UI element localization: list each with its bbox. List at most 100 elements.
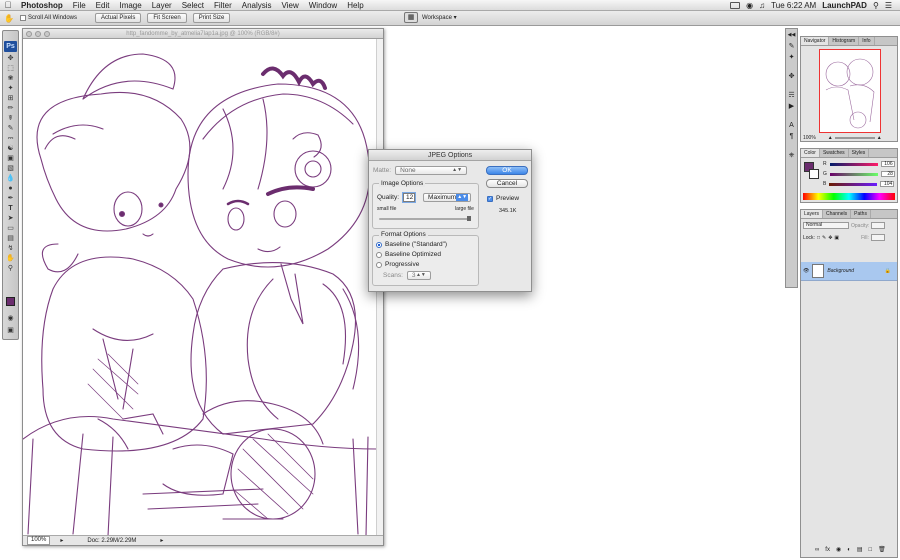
- r-slider[interactable]: [829, 162, 878, 166]
- zoom-tool-icon[interactable]: ⚲: [4, 264, 17, 273]
- print-size-button[interactable]: Print Size: [192, 13, 231, 23]
- eyedropper2-tool-icon[interactable]: ↯: [4, 244, 17, 253]
- layer-style-icon[interactable]: fx: [825, 547, 830, 553]
- tab-layers[interactable]: Layers: [801, 210, 824, 218]
- collapse-arrows-icon[interactable]: ◀◀: [786, 31, 797, 40]
- brush-tool-icon[interactable]: ✎: [4, 124, 17, 133]
- path-selection-tool-icon[interactable]: ➤: [4, 214, 17, 223]
- pen-tool-icon[interactable]: ✒: [4, 194, 17, 203]
- format-baseline-standard[interactable]: Baseline ("Standard"): [376, 241, 447, 248]
- menu-image[interactable]: Image: [114, 0, 146, 11]
- status-menu-icon[interactable]: ▸: [60, 537, 63, 544]
- status-arrow-icon[interactable]: ▸: [160, 537, 163, 544]
- b-value[interactable]: 104: [880, 181, 895, 187]
- menu-layer[interactable]: Layer: [147, 0, 177, 11]
- gradient-tool-icon[interactable]: ▧: [4, 164, 17, 173]
- zoom-in-icon[interactable]: ▲: [877, 135, 882, 141]
- tab-paths[interactable]: Paths: [851, 210, 871, 218]
- menu-window[interactable]: Window: [304, 0, 342, 11]
- quality-input[interactable]: 12: [403, 193, 416, 202]
- character-icon[interactable]: A: [786, 121, 797, 130]
- tab-swatches[interactable]: Swatches: [820, 149, 849, 157]
- marquee-tool-icon[interactable]: ⬚: [4, 64, 17, 73]
- lock-pixels-icon[interactable]: ✎: [822, 235, 826, 241]
- move-tool-icon[interactable]: ✥: [4, 54, 17, 63]
- apple-menu-icon[interactable]: : [0, 0, 16, 10]
- g-value[interactable]: 28: [880, 171, 895, 177]
- healing-tool-icon[interactable]: ☤: [4, 114, 17, 123]
- blur-tool-icon[interactable]: 💧: [4, 174, 17, 183]
- hand-tool-box-icon[interactable]: ✋: [4, 254, 17, 263]
- preview-checkbox[interactable]: ✓ Preview: [487, 195, 519, 202]
- menu-help[interactable]: Help: [342, 0, 368, 11]
- zoom-window-icon[interactable]: [44, 31, 50, 37]
- scroll-all-windows-checkbox[interactable]: Scroll All Windows: [19, 15, 77, 21]
- menu-edit[interactable]: Edit: [91, 0, 115, 11]
- dodge-tool-icon[interactable]: ●: [4, 184, 17, 193]
- wifi-icon[interactable]: ◉: [746, 1, 753, 10]
- history-brush-tool-icon[interactable]: ☯: [4, 144, 17, 153]
- hand-tool-icon[interactable]: ✋: [4, 14, 14, 23]
- stamp-tool-icon[interactable]: ⎓: [4, 134, 17, 143]
- adjustment-layer-icon[interactable]: ◐: [847, 547, 851, 553]
- layer-comps-icon[interactable]: ✥: [786, 72, 797, 81]
- menu-select[interactable]: Select: [177, 0, 209, 11]
- quality-slider-handle[interactable]: [467, 216, 471, 221]
- tool-presets-icon[interactable]: ✦: [786, 53, 797, 62]
- b-slider[interactable]: [829, 182, 878, 186]
- lasso-tool-icon[interactable]: ❀: [4, 74, 17, 83]
- screen-mode-icon[interactable]: ▣: [4, 326, 17, 335]
- eraser-tool-icon[interactable]: ▣: [4, 154, 17, 163]
- layer-name[interactable]: Background: [827, 268, 854, 274]
- magic-wand-tool-icon[interactable]: ✦: [4, 84, 17, 93]
- r-value[interactable]: 106: [880, 161, 895, 167]
- shape-tool-icon[interactable]: ▭: [4, 224, 17, 233]
- tab-color[interactable]: Color: [801, 149, 820, 157]
- quality-slider[interactable]: [379, 216, 471, 221]
- ok-button[interactable]: OK: [486, 166, 528, 175]
- tab-channels[interactable]: Channels: [823, 210, 852, 218]
- format-progressive[interactable]: Progressive: [376, 261, 419, 268]
- minimize-window-icon[interactable]: [35, 31, 41, 37]
- workspace-menu[interactable]: Workspace ▾: [422, 14, 457, 21]
- layer-row-background[interactable]: 👁 Background 🔒: [801, 262, 897, 281]
- blend-mode-select[interactable]: Normal: [803, 222, 849, 229]
- quick-mask-icon[interactable]: ◉: [4, 314, 17, 323]
- zoom-level-field[interactable]: 100%: [27, 536, 51, 545]
- fit-screen-button[interactable]: Fit Screen: [147, 13, 187, 23]
- brushes-icon[interactable]: ✎: [786, 42, 797, 51]
- navigator-zoom-slider[interactable]: [834, 137, 875, 139]
- menu-view[interactable]: View: [277, 0, 304, 11]
- user-name[interactable]: LaunchPAD: [822, 1, 867, 10]
- delete-layer-icon[interactable]: 🗑: [878, 546, 886, 553]
- foreground-color-swatch[interactable]: [6, 297, 15, 306]
- menu-filter[interactable]: Filter: [209, 0, 237, 11]
- ps-logo[interactable]: Ps: [4, 41, 17, 52]
- new-layer-icon[interactable]: □: [869, 547, 873, 553]
- notification-icon[interactable]: ☰: [885, 1, 892, 10]
- layer-mask-icon[interactable]: ◉: [836, 546, 841, 553]
- paragraph-icon[interactable]: ¶: [786, 132, 797, 141]
- display-icon[interactable]: [730, 1, 741, 9]
- new-group-icon[interactable]: ▤: [857, 546, 863, 553]
- color-spectrum[interactable]: [803, 193, 895, 200]
- tab-navigator[interactable]: Navigator: [801, 37, 830, 45]
- menu-analysis[interactable]: Analysis: [237, 0, 277, 11]
- tab-info[interactable]: Info: [859, 37, 875, 45]
- notes-tool-icon[interactable]: ▤: [4, 234, 17, 243]
- lock-all-icon[interactable]: ▣: [834, 235, 839, 241]
- navigator-zoom-value[interactable]: 100%: [803, 135, 816, 141]
- close-window-icon[interactable]: [26, 31, 32, 37]
- actual-pixels-button[interactable]: Actual Pixels: [94, 13, 142, 23]
- eyedropper-tool-icon[interactable]: ✏: [4, 104, 17, 113]
- scans-select[interactable]: 3 ▲▼: [406, 271, 431, 280]
- tab-histogram[interactable]: Histogram: [829, 37, 860, 45]
- clone-source-icon[interactable]: ⎈: [786, 151, 797, 160]
- quality-preset-select[interactable]: Maximum ▲▼: [423, 193, 472, 202]
- volume-icon[interactable]: ♫: [759, 1, 765, 10]
- image-canvas[interactable]: [23, 39, 378, 536]
- clock[interactable]: Tue 6:22 AM: [771, 1, 816, 10]
- fill-input[interactable]: [870, 234, 885, 241]
- document-title-bar[interactable]: http_fandomme_by_atmelia7lap1a.jpg @ 100…: [23, 29, 383, 39]
- matte-select[interactable]: None ▲▼: [395, 166, 468, 175]
